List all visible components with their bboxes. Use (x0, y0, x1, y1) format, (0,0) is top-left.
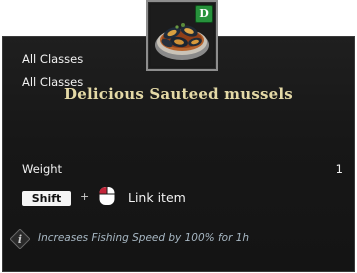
weight-label: Weight (22, 162, 63, 176)
svg-text:i: i (18, 233, 22, 246)
shift-key: Shift (22, 191, 71, 206)
link-item-label: Link item (128, 190, 186, 205)
mouse-click-icon (99, 187, 115, 205)
grade-badge: D (195, 5, 213, 23)
weight-value: 1 (335, 162, 343, 176)
info-icon: i (10, 229, 30, 249)
class-restriction: All Classes (22, 52, 84, 66)
effect-description: Increases Fishing Speed by 100% for 1h (38, 232, 250, 244)
item-name: Delicious Sauteed mussels (64, 85, 293, 103)
item-icon-frame: D (146, 0, 218, 71)
plus-sign: + (80, 190, 90, 203)
